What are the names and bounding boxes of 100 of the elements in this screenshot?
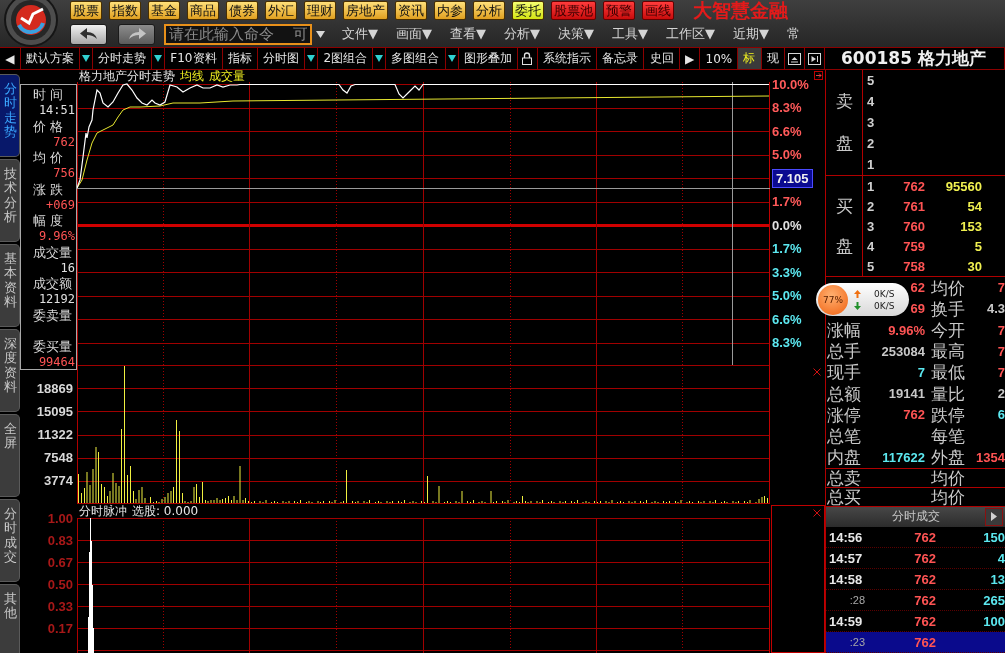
nav-button[interactable]: 基金 (148, 1, 180, 20)
axis-label: 7548 (44, 450, 73, 466)
trade-price: 762 (914, 592, 936, 608)
nav-button[interactable]: 债券 (226, 1, 258, 20)
menu-item[interactable]: 分析▼ (504, 25, 540, 43)
trade-row[interactable]: :23 762 (826, 632, 1005, 653)
dropdown-caret-icon[interactable] (375, 55, 384, 62)
dropdown-caret-icon[interactable] (154, 55, 163, 62)
next-button[interactable] (985, 507, 1003, 526)
toolbar-button[interactable]: 默认方案 (20, 48, 80, 69)
side-tab[interactable]: 技术分析 (0, 159, 20, 242)
trade-time: :23 (849, 636, 865, 648)
toolbar-button[interactable]: 指标 (222, 48, 258, 69)
side-tab[interactable]: 全屏 (0, 414, 20, 497)
toolbar-button[interactable]: 现 (761, 48, 785, 69)
toolbar-button[interactable]: ◀ (0, 48, 21, 69)
rank-number: 2 (866, 198, 876, 214)
indicator-value: 选股: 0.000 (132, 505, 199, 517)
menu-item[interactable]: 查看▼ (450, 25, 486, 43)
command-input[interactable]: 请在此输入命令 可 (164, 23, 312, 45)
toolbar-button[interactable]: ▶ (679, 48, 701, 69)
toolbar-button[interactable]: 标 (738, 48, 762, 69)
legend-label: 均线 (180, 70, 204, 82)
axis-label: 11322 (37, 427, 73, 443)
side-tab[interactable]: 基本资料 (0, 244, 20, 327)
menu-item[interactable]: 常 (787, 25, 800, 43)
nav-button[interactable]: 理财 (304, 1, 336, 20)
book-side-label: 盘 (835, 132, 853, 156)
down-arrow-icon (854, 301, 861, 310)
quote-label: 现手 (827, 362, 861, 383)
arrow-box-icon[interactable] (814, 71, 823, 80)
nav-button[interactable]: 股票 (70, 1, 102, 20)
dropdown-caret-icon[interactable] (447, 55, 456, 62)
quote-value: 7 (917, 364, 925, 380)
nav-button[interactable]: 委托 (512, 1, 544, 20)
close-icon[interactable] (813, 368, 821, 376)
info-label: 均 价 (33, 150, 64, 165)
nav-button[interactable]: 画线 (642, 1, 674, 20)
close-icon[interactable] (813, 509, 821, 517)
trade-row[interactable]: 14:58 762 13 (826, 569, 1005, 590)
lock-icon[interactable] (522, 52, 533, 65)
menu-item[interactable]: 工作区▼ (666, 25, 715, 43)
quote-value: 4.3 (986, 301, 1005, 317)
toolbar-button[interactable]: 2图组合 (318, 48, 374, 69)
side-tab[interactable]: 其他 (0, 584, 20, 653)
rank-number: 5 (866, 73, 876, 89)
side-tab[interactable]: 分时成交 (0, 499, 20, 582)
trade-row[interactable]: 14:57 762 4 (826, 548, 1005, 569)
menu-item[interactable]: 决策▼ (558, 25, 594, 43)
nav-button[interactable]: 股票池 (551, 1, 596, 20)
menu-item[interactable]: 工具▼ (612, 25, 648, 43)
nav-button[interactable]: 商品 (187, 1, 219, 20)
quote-value: 7 (997, 322, 1005, 338)
nav-button[interactable]: 预警 (603, 1, 635, 20)
nav-button[interactable]: 资讯 (395, 1, 427, 20)
dropdown-caret-icon[interactable] (81, 55, 90, 62)
menu-item[interactable]: 文件▼ (342, 25, 378, 43)
trade-row[interactable]: 14:56 762 150 (826, 527, 1005, 548)
toolbar-button[interactable]: 多图组合 (386, 48, 446, 69)
back-arrow-icon (79, 28, 98, 40)
bid-price: 761 (903, 198, 925, 214)
nav-button[interactable]: 外汇 (265, 1, 297, 20)
caret-icon[interactable] (316, 30, 325, 38)
menu-item[interactable]: 画面▼ (396, 25, 432, 43)
quote-value: 2 (997, 386, 1005, 402)
bid-volume: 54 (967, 198, 982, 214)
bid-price: 758 (903, 258, 925, 274)
toolbar-button[interactable]: 备忘录 (597, 48, 645, 69)
toolbar-button[interactable]: 史回 (644, 48, 680, 69)
dropdown-caret-icon[interactable] (307, 55, 316, 62)
toolbar-button[interactable]: 系统指示 (537, 48, 598, 69)
axis-label: 6.6% (772, 311, 802, 327)
bid-price: 760 (903, 218, 925, 234)
quote-label: 总额 (827, 383, 861, 404)
trade-row[interactable]: :28 762 265 (826, 590, 1005, 611)
panel-up-icon[interactable] (787, 52, 801, 65)
nav-button[interactable]: 分析 (473, 1, 505, 20)
trade-time: 14:59 (829, 613, 863, 629)
back-button[interactable] (70, 23, 107, 45)
trade-price: 762 (914, 613, 936, 629)
nav-button[interactable]: 内参 (434, 1, 466, 20)
axis-label: 1.00 (47, 510, 73, 526)
quote-label: 总手 (827, 341, 861, 362)
side-tab[interactable]: 分时走势 (0, 74, 20, 157)
skip-end-icon[interactable] (807, 52, 821, 65)
legend-label: 成交量 (209, 70, 245, 82)
toolbar-button[interactable]: 分时走势 (92, 48, 153, 69)
nav-button[interactable]: 指数 (109, 1, 141, 20)
nav-button[interactable]: 房地产 (343, 1, 388, 20)
toolbar-button[interactable]: F10资料 (165, 48, 223, 69)
axis-label: 6.6% (772, 123, 802, 139)
info-label: 成交额 (33, 276, 72, 291)
toolbar-button[interactable]: 图形叠加 (458, 48, 518, 69)
menu-item[interactable]: 近期▼ (733, 25, 769, 43)
trade-volume: 150 (983, 529, 1005, 545)
book-side-label: 卖 (835, 89, 853, 113)
toolbar-button[interactable]: 分时图 (257, 48, 306, 69)
quote-label: 内盘 (827, 447, 861, 468)
side-tab[interactable]: 深度资料 (0, 329, 20, 412)
info-value: 762 (53, 134, 75, 149)
